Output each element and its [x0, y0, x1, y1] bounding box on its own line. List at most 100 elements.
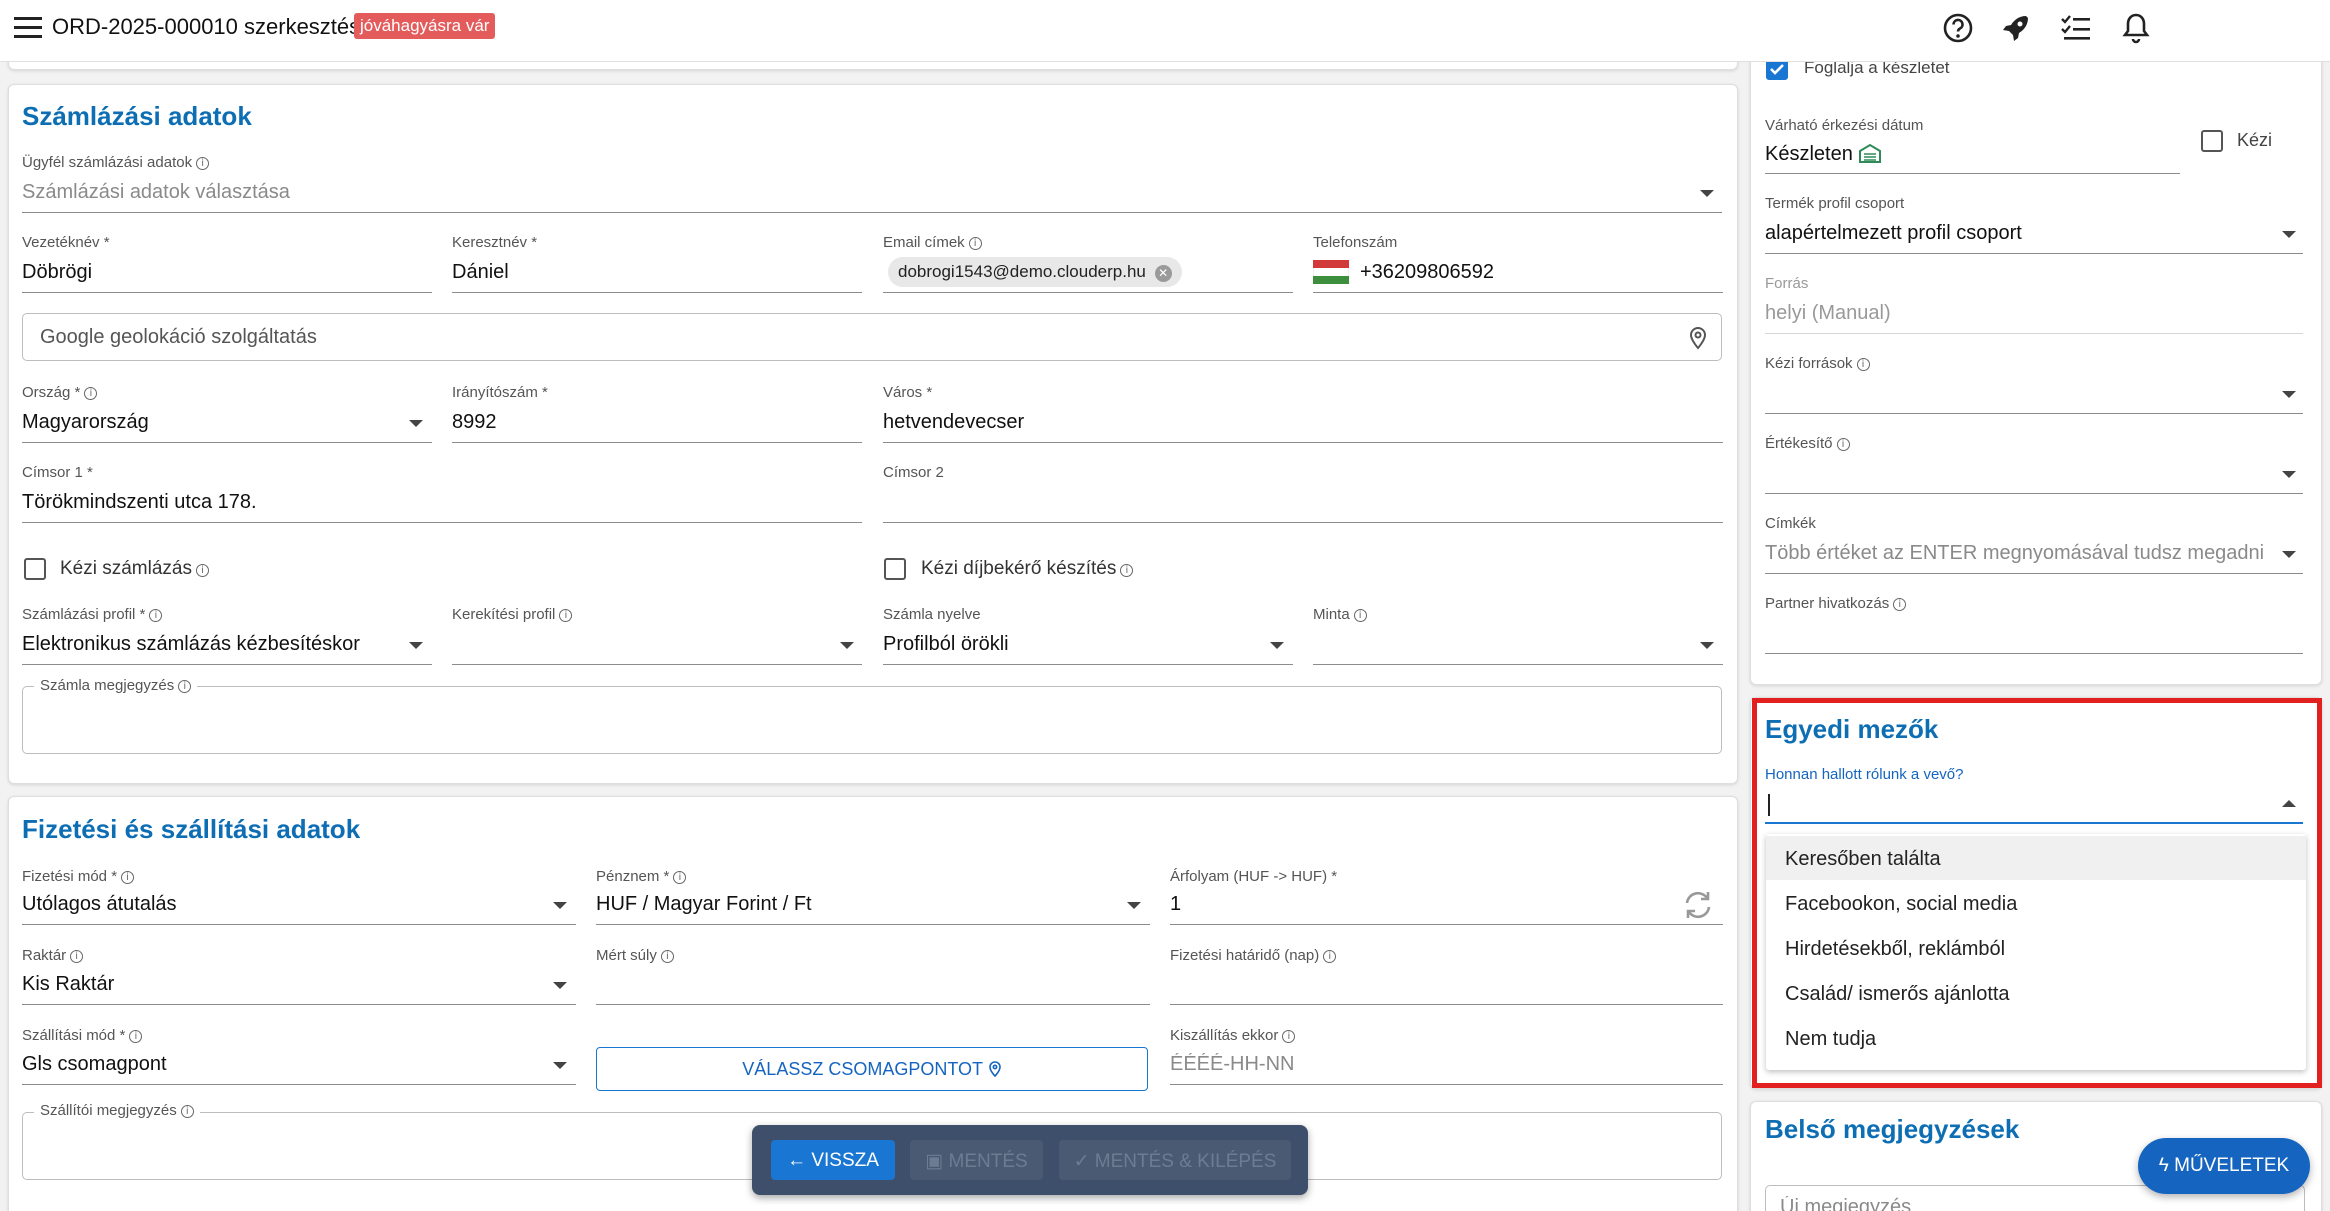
manual-billing-label: Kézi számlázás i: [60, 558, 209, 580]
weight-label: Mért súly i: [596, 947, 674, 964]
manual-proforma-checkbox[interactable]: [884, 558, 906, 580]
zip-input[interactable]: 8992: [452, 411, 497, 434]
internal-notes-title: Belső megjegyzések: [1765, 1114, 2020, 1144]
first-name-input[interactable]: Dániel: [452, 261, 852, 284]
info-icon: i: [149, 609, 163, 622]
info-icon: i: [559, 609, 573, 622]
city-input[interactable]: hetvendevecser: [883, 411, 1024, 434]
check-icon: [1770, 64, 1784, 75]
manual-sources-label: Kézi források i: [1765, 355, 1870, 372]
manual-date-checkbox[interactable]: [2201, 130, 2223, 152]
help-icon[interactable]: [1940, 10, 1976, 46]
invoice-language-select[interactable]: Profilból örökli: [883, 633, 1009, 656]
info-icon: i: [70, 950, 84, 963]
seller-select[interactable]: [1765, 493, 2303, 494]
tags-input[interactable]: Több értéket az ENTER megnyomásával tuds…: [1765, 542, 2265, 565]
save-exit-button[interactable]: ✓ MENTÉS & KILÉPÉS: [1059, 1140, 1291, 1180]
chevron-down-icon[interactable]: [553, 982, 567, 989]
checklist-icon[interactable]: [2058, 10, 2094, 46]
info-icon: i: [1836, 438, 1850, 451]
referral-source-label: Honnan hallott rólunk a vevő?: [1765, 766, 1964, 783]
rocket-icon[interactable]: [1998, 10, 2034, 46]
info-icon: i: [660, 950, 674, 963]
billing-profile-select[interactable]: Elektronikus számlázás kézbesítéskor: [22, 633, 402, 656]
shipping-note-label: Szállítói megjegyzés i: [34, 1102, 200, 1119]
zip-label: Irányítószám *: [452, 384, 548, 401]
phone-input[interactable]: +36209806592: [1360, 261, 1494, 284]
product-profile-select[interactable]: alapértelmezett profil csoport: [1765, 222, 2022, 245]
info-icon: i: [1323, 950, 1337, 963]
warehouse-select[interactable]: Kis Raktár: [22, 973, 114, 996]
warehouse-label: Raktár i: [22, 947, 84, 964]
invoice-note-label: Számla megjegyzés i: [34, 677, 198, 694]
dropdown-option[interactable]: Család/ ismerős ajánlotta: [1768, 971, 2304, 1016]
chevron-down-icon[interactable]: [1700, 190, 1714, 197]
chevron-down-icon[interactable]: [2282, 471, 2296, 478]
chevron-down-icon[interactable]: [1270, 642, 1284, 649]
info-icon: i: [84, 387, 98, 400]
manual-date-label: Kézi: [2237, 130, 2273, 150]
country-label: Ország * i: [22, 384, 98, 401]
seller-label: Értékesítő i: [1765, 435, 1850, 452]
chevron-down-icon[interactable]: [553, 1062, 567, 1069]
info-icon: i: [1282, 1030, 1296, 1043]
dropdown-option[interactable]: Hirdetésekből, reklámból: [1768, 926, 2304, 971]
refresh-icon[interactable]: [1682, 890, 1714, 920]
manual-proforma-label: Kézi díjbekérő készítés i: [921, 558, 1134, 580]
chevron-down-icon[interactable]: [1127, 902, 1141, 909]
info-icon: i: [1856, 358, 1870, 371]
info-icon: i: [968, 237, 982, 250]
chevron-down-icon[interactable]: [1700, 642, 1714, 649]
currency-select[interactable]: HUF / Magyar Forint / Ft: [596, 893, 812, 916]
chevron-down-icon[interactable]: [409, 642, 423, 649]
address2-label: Címsor 2: [883, 464, 944, 481]
manual-billing-checkbox[interactable]: [24, 558, 46, 580]
dropdown-option[interactable]: Keresőben találta: [1768, 836, 2304, 881]
address1-input[interactable]: Törökmindszenti utca 178.: [22, 491, 257, 514]
dropdown-option[interactable]: Nem tudja: [1768, 1016, 2304, 1061]
last-name-input[interactable]: Döbrögi: [22, 261, 422, 284]
chevron-down-icon[interactable]: [840, 642, 854, 649]
operations-button[interactable]: ϟ MŰVELETEK: [2138, 1138, 2310, 1194]
info-icon: i: [196, 564, 209, 577]
warehouse-icon: [1859, 143, 1882, 163]
delivery-date-input[interactable]: ÉÉÉÉ-HH-NN: [1170, 1053, 1294, 1076]
arrival-date-input[interactable]: Készleten: [1765, 143, 1882, 166]
tags-label: Címkék: [1765, 515, 1816, 532]
country-select[interactable]: Magyarország: [22, 411, 149, 434]
chip-close-icon[interactable]: ✕: [1154, 265, 1172, 282]
payment-method-select[interactable]: Utólagos átutalás: [22, 893, 177, 916]
info-icon: i: [178, 680, 192, 693]
chevron-down-icon[interactable]: [2282, 391, 2296, 398]
email-chip[interactable]: dobrogi1543@demo.clouderp.hu ✕: [888, 257, 1182, 287]
back-button[interactable]: ← VISSZA: [771, 1140, 895, 1180]
payment-deadline-label: Fizetési határidő (nap) i: [1170, 947, 1337, 964]
partner-ref-input[interactable]: [1765, 653, 2303, 654]
menu-icon[interactable]: [14, 16, 42, 40]
info-icon: i: [196, 157, 210, 170]
chevron-up-icon[interactable]: [2282, 800, 2296, 807]
hungary-flag-icon[interactable]: [1313, 260, 1349, 284]
phone-label: Telefonszám: [1313, 234, 1398, 251]
shipping-method-select[interactable]: Gls csomagpont: [22, 1053, 167, 1076]
template-label: Minta i: [1313, 606, 1367, 623]
geolocation-input[interactable]: Google geolokáció szolgáltatás: [40, 326, 317, 349]
partner-ref-label: Partner hivatkozás i: [1765, 595, 1907, 612]
chevron-down-icon[interactable]: [2282, 231, 2296, 238]
chevron-down-icon[interactable]: [553, 902, 567, 909]
exchange-rate-input[interactable]: 1: [1170, 893, 1181, 916]
manual-sources-select[interactable]: [1765, 413, 2303, 414]
choose-pickup-point-button[interactable]: VÁLASSZ CSOMAGPONTOT: [596, 1047, 1148, 1091]
dropdown-option[interactable]: Facebookon, social media: [1768, 881, 2304, 926]
new-note-placeholder: Új megjegyzés: [1780, 1196, 1912, 1211]
chevron-down-icon[interactable]: [2282, 551, 2296, 558]
save-button[interactable]: ▣ MENTÉS: [910, 1140, 1043, 1180]
invoice-note-textarea[interactable]: [22, 686, 1722, 754]
first-name-label: Keresztnév *: [452, 234, 538, 251]
referral-source-input[interactable]: [1765, 822, 2303, 824]
info-icon: i: [1893, 598, 1907, 611]
chevron-down-icon[interactable]: [409, 420, 423, 427]
location-pin-icon: [1689, 326, 1707, 350]
customer-billing-select[interactable]: Számlázási adatok választása: [22, 181, 290, 204]
bell-icon[interactable]: [2118, 10, 2154, 46]
